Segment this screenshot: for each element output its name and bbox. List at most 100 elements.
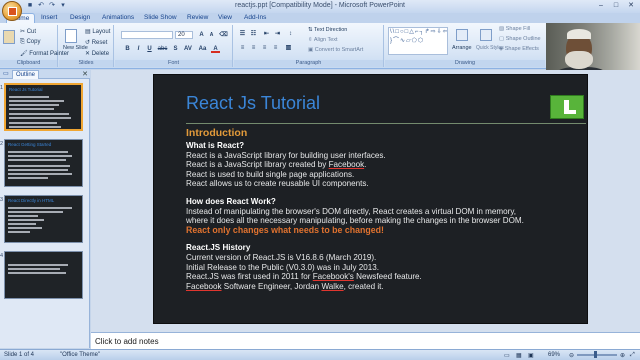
strikethrough-button[interactable]: abc [156,45,169,53]
title-divider [186,123,586,124]
grow-font-icon[interactable]: A [197,31,206,39]
convert-smartart-button[interactable]: ▣ Convert to SmartArt [308,47,363,53]
window-controls: – □ ✕ [594,1,638,11]
pane-tabs: ▭ Outline ✕ [0,70,90,79]
intro-heading: Introduction [186,127,248,139]
zoom-in-icon[interactable]: ⊕ [620,352,625,359]
maximize-button[interactable]: □ [609,1,623,11]
notes-pane[interactable]: Click to add notes [91,332,640,349]
history-heading: React.JS History [186,243,251,253]
slide-show-icon[interactable]: ▣ [528,352,534,359]
quick-styles-icon[interactable] [480,29,492,41]
tab-animations[interactable]: Animations [102,14,134,21]
what-line: React allows us to create reusable UI co… [186,179,369,189]
new-slide-icon[interactable] [65,29,77,43]
align-right-icon[interactable]: ≡ [260,44,269,52]
drawing-label: Drawing [385,60,545,67]
clear-format-icon[interactable]: ⌫ [219,31,228,39]
paste-icon[interactable] [3,30,15,44]
paragraph-group: ☰ ☷ ⇤ ⇥ ↕ ≡ ≡ ≡ ≡ ▥ ⇅ Text Direction ⇳ A… [234,25,384,67]
tab-slide-show[interactable]: Slide Show [144,14,177,21]
font-color-button[interactable]: A [211,45,220,53]
slide-canvas[interactable]: React Js Tutorial Introduction What is R… [153,74,588,324]
font-name-box[interactable] [121,31,173,39]
align-center-icon[interactable]: ≡ [249,44,258,52]
change-case-button[interactable]: Aa [197,45,208,53]
justify-icon[interactable]: ≡ [271,44,280,52]
shadow-button[interactable]: S [171,45,180,53]
thumb-title: React Js Tutorial [9,87,43,92]
thumb-line [8,223,36,225]
minimize-button[interactable]: – [594,1,608,11]
shrink-font-icon[interactable]: A [207,31,216,39]
reset-button[interactable]: ↺ Reset [85,39,107,46]
theme-name: "Office Theme" [60,352,101,358]
numbering-icon[interactable]: ☷ [249,30,258,38]
slide-thumbnail-4[interactable] [4,251,83,299]
italic-button[interactable]: I [134,45,143,53]
tab-review[interactable]: Review [187,14,208,21]
align-left-icon[interactable]: ≡ [238,44,247,52]
delete-button[interactable]: ✕ Delete [85,50,109,57]
text-direction-button[interactable]: ⇅ Text Direction [308,27,347,33]
layout-button[interactable]: ▤ Layout [85,28,110,35]
zoom-slider[interactable] [577,354,617,356]
close-button[interactable]: ✕ [624,1,638,11]
align-text-button[interactable]: ⇳ Align Text [308,37,338,43]
close-pane-icon[interactable]: ✕ [82,70,88,78]
arrange-icon[interactable] [456,29,468,41]
created-by-line: React is a JavaScript library created by… [186,160,367,170]
char-spacing-button[interactable]: AV [182,45,194,53]
shapes-gallery[interactable]: \\□○□△⌐┐↱⇨⇩⇦☆{ }⌒∿▱⬠⬡ [388,27,448,55]
tab-view[interactable]: View [218,14,232,21]
thumb-line [8,151,68,153]
zoom-out-icon[interactable]: ⊖ [569,352,574,359]
how-heading: How does React Work? [186,196,276,206]
tab-slides-icon[interactable]: ▭ [0,70,12,79]
tab-add-ins[interactable]: Add-Ins [244,14,266,21]
ribbon-tabs: Home Insert Design Animations Slide Show… [0,13,640,23]
cut-button[interactable]: ✂ Cut [20,28,36,35]
facebooks-link: Facebook's [312,272,354,282]
underline-button[interactable]: U [145,45,154,53]
notes-placeholder: Click to add notes [95,337,159,346]
zoom-level[interactable]: 69% [548,352,560,358]
bullets-icon[interactable]: ☰ [238,30,247,38]
fit-slide-icon[interactable]: ⤢ [630,352,635,359]
shape-fill-button[interactable]: ▨ Shape Fill [499,26,530,32]
thumb-line [9,100,64,102]
slide-title[interactable]: React Js Tutorial [186,93,320,114]
slide-thumbnail-3[interactable]: React Directly in HTML [4,195,83,243]
slide-thumbnail-2[interactable]: React Getting Started [4,139,83,187]
shape-effects-button[interactable]: ◈ Shape Effects [499,46,539,52]
what-line: React is used to build single page appli… [186,169,355,179]
decrease-indent-icon[interactable]: ⇤ [262,30,271,38]
thumb-line [9,104,59,106]
shape-outline-button[interactable]: ▢ Shape Outline [499,36,541,42]
zoom-slider-handle[interactable] [594,351,597,358]
increase-indent-icon[interactable]: ⇥ [273,30,282,38]
thumb-line [8,173,72,175]
columns-icon[interactable]: ▥ [284,44,293,52]
facebook-link: Facebook [186,281,222,291]
paragraph-label: Paragraph [234,60,383,67]
slide-thumbnail-1[interactable]: React Js Tutorial [4,83,83,131]
slide-body[interactable]: Introduction What is React? React is a J… [186,127,586,291]
font-group: 20 A A ⌫ B I U abc S AV Aa A Font [115,25,233,67]
thumb-line [8,207,72,209]
line-spacing-icon[interactable]: ↕ [286,30,295,38]
green-logo-shape[interactable] [550,95,584,119]
thumb-line [8,177,48,179]
office-button[interactable] [2,1,22,21]
normal-view-icon[interactable]: ▭ [504,352,510,359]
tab-outline[interactable]: Outline [12,70,40,79]
copy-button[interactable]: ⎘ Copy [20,39,40,46]
webcam-person-beard [565,51,593,69]
bold-button[interactable]: B [123,45,132,53]
font-size-box[interactable]: 20 [175,31,193,39]
tab-design[interactable]: Design [70,14,90,21]
arrange-button[interactable]: Arrange [452,45,472,51]
tab-insert[interactable]: Insert [41,14,57,21]
thumb-line [8,215,38,217]
slide-sorter-icon[interactable]: ▦ [516,352,522,359]
